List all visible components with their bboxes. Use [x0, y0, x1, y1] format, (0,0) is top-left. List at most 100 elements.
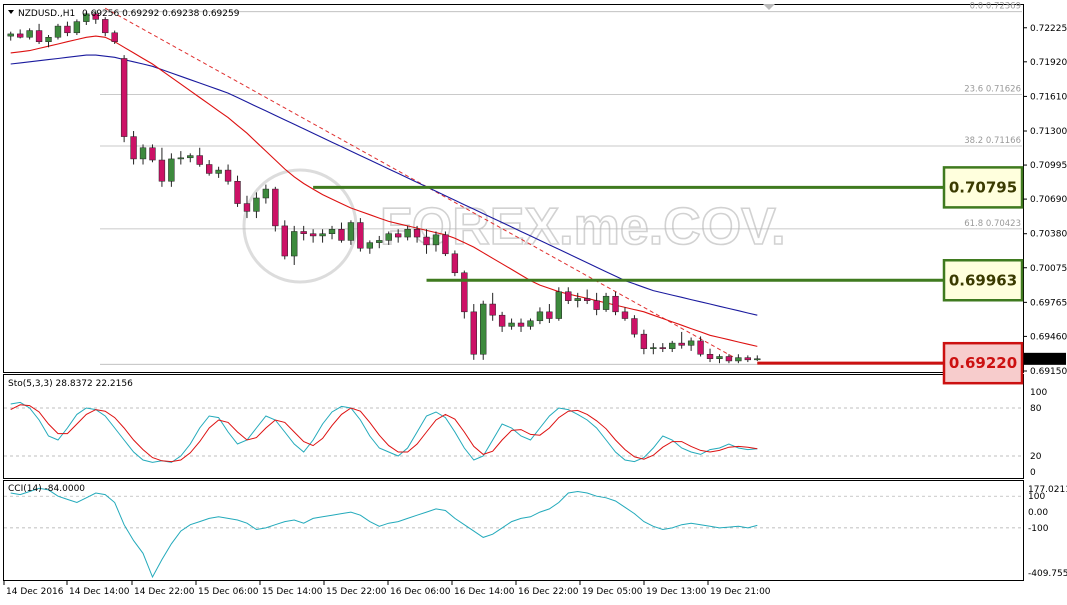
candle-bull [45, 37, 52, 42]
candle-bull [73, 21, 81, 34]
candle-bear [565, 291, 572, 301]
candle-bear [102, 19, 109, 34]
sto-tick-label: 80 [1030, 404, 1042, 414]
candle-bull [536, 311, 544, 322]
time-tick-label: 19 Dec 05:00 [582, 587, 643, 597]
candle-bull [508, 322, 515, 327]
candle-bull [54, 25, 62, 38]
candle-bear [706, 354, 714, 359]
time-tick-label: 19 Dec 13:00 [646, 587, 707, 597]
cci-panel-frame [3, 480, 1024, 581]
candle-bull [602, 295, 610, 310]
candle-bear [300, 231, 307, 234]
time-tick-label: 16 Dec 14:00 [454, 587, 515, 597]
candle-bear [451, 253, 459, 274]
candle-bear [583, 298, 591, 301]
fib-label: 38.2 0.71166 [964, 136, 1021, 146]
candle-bear [640, 333, 648, 349]
candle-bear [470, 311, 477, 355]
candle-bear [394, 233, 402, 238]
candle-bear [158, 159, 166, 182]
candle-bull [139, 147, 147, 160]
time-tick-label: 14 Dec 22:00 [134, 587, 195, 597]
sto-title: Sto(5,3,3) 28.8372 22.2156 [8, 379, 133, 389]
level-label: 0.69220 [949, 354, 1017, 372]
candle-bear [744, 357, 752, 361]
sto-tick-label: 20 [1030, 452, 1042, 462]
candle-bear [423, 236, 430, 246]
price-tick-label: 0.70075 [1030, 264, 1067, 274]
candle-bear [659, 347, 666, 349]
candle-bear [243, 203, 251, 212]
candle-bear [517, 322, 525, 327]
watermark-text: FOREX.me.COV. [380, 198, 786, 256]
candle-bear [272, 188, 279, 227]
price-tick-label: 0.72225 [1030, 24, 1067, 34]
time-tick-label: 15 Dec 22:00 [326, 587, 387, 597]
candle-bear [338, 228, 345, 241]
candle-bull [347, 222, 355, 241]
ohlc-readout: 0.69256 0.69292 0.69238 0.69259 [82, 9, 240, 19]
price-tick-label: 0.69460 [1030, 332, 1067, 342]
candle-bull [669, 342, 676, 349]
candle-bull [480, 303, 487, 355]
candle-bull [7, 33, 14, 37]
candle-bull [404, 228, 411, 238]
price-tick-label: 0.69150 [1030, 367, 1067, 377]
candle-bear [111, 32, 118, 42]
candle-bull [555, 291, 563, 319]
candle-bear [205, 164, 213, 174]
candle-bear [678, 342, 685, 346]
candle-bull [574, 298, 581, 301]
current-price-label: 0.69259 [1028, 355, 1065, 365]
candle-bear [35, 30, 43, 42]
candle-bear [16, 33, 24, 38]
time-tick-label: 15 Dec 14:00 [262, 587, 323, 597]
candle-bear [196, 155, 203, 165]
price-tick-label: 0.69765 [1030, 298, 1067, 308]
time-axis: 14 Dec 2016 14 Dec 14:00 14 Dec 22:00 15 De… [3, 581, 771, 597]
level-label: 0.69963 [949, 271, 1017, 289]
candle-bull [385, 233, 392, 241]
candle-bear [631, 318, 638, 335]
price-tick-label: 0.71610 [1030, 92, 1067, 102]
time-tick-label: 16 Dec 06:00 [390, 587, 451, 597]
sto-tick-label: 100 [1030, 388, 1047, 398]
candle-bull [716, 356, 723, 359]
trading-chart: FOREX.me.COV. 0.0 0.72369 23.6 0.71626 38.… [3, 2, 1067, 597]
candle-bear [697, 340, 704, 355]
candle-bull [376, 240, 383, 243]
time-tick-label: 16 Dec 22:00 [518, 587, 579, 597]
fib-label: 0.0 0.72369 [970, 2, 1021, 12]
candle-bear [149, 147, 156, 161]
candle-bear [357, 222, 364, 249]
candle-bull [687, 340, 695, 346]
candle-bear [234, 180, 241, 204]
candle-bear [130, 136, 137, 160]
candle-bear [442, 234, 449, 255]
candle-bull [291, 231, 298, 257]
candle-bull [328, 228, 336, 234]
candle-bull [754, 358, 761, 361]
level-label: 0.70795 [949, 178, 1017, 196]
fib-label: 61.8 0.70423 [964, 219, 1021, 229]
candle-bull [253, 197, 260, 212]
candle-bear [64, 25, 71, 34]
time-tick-label: 14 Dec 14:00 [69, 587, 130, 597]
candle-bear [309, 233, 317, 237]
candle-bear [498, 314, 506, 327]
chart-symbol-title: NZDUSD.,H1 [18, 9, 75, 19]
candle-bull [650, 347, 657, 349]
candle-bull [177, 157, 185, 160]
time-tick-label: 14 Dec 2016 [6, 587, 64, 597]
price-axis: 0.72225 0.71920 0.71610 0.71300 0.70995 0.706… [1023, 24, 1067, 377]
candle-bear [413, 228, 421, 238]
sto-tick-label: 0 [1030, 468, 1036, 478]
price-tick-label: 0.71300 [1030, 127, 1067, 137]
cci-title: CCI(14) -84.0000 [8, 484, 85, 494]
candle-bear [621, 311, 629, 319]
candle-bear [120, 58, 128, 137]
sto-panel-frame [3, 374, 1024, 479]
candle-bull [432, 234, 440, 246]
candle-bull [262, 188, 270, 199]
